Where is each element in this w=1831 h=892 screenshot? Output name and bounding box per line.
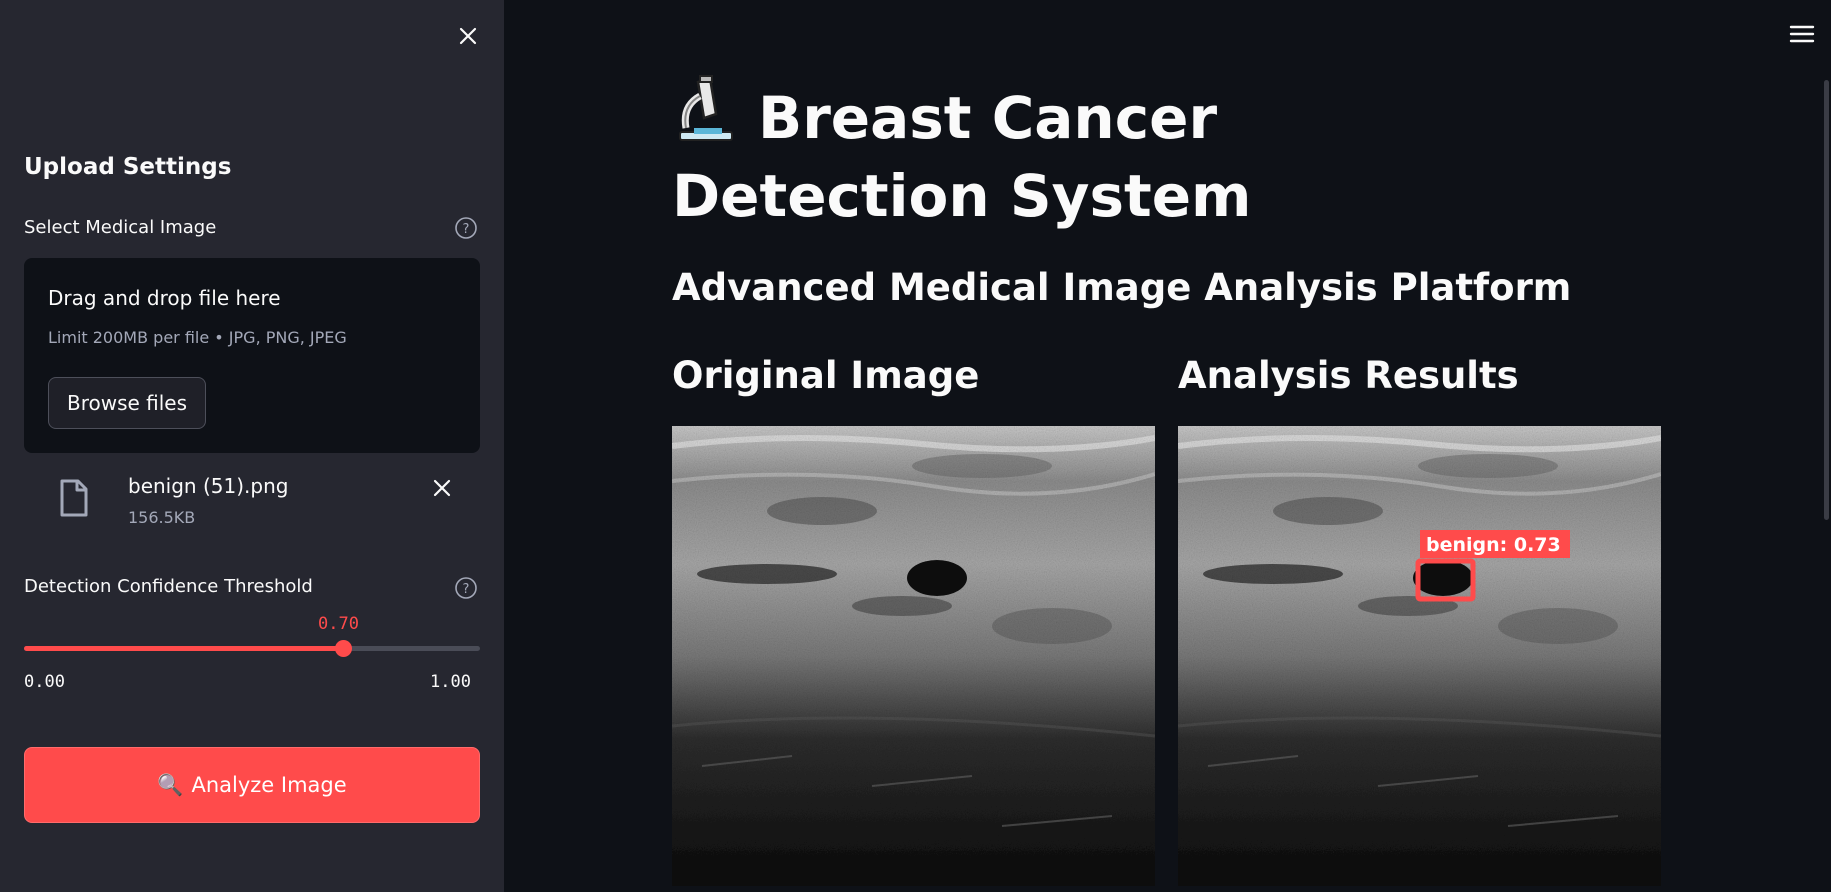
slider-thumb[interactable] bbox=[335, 640, 353, 657]
original-image bbox=[672, 426, 1155, 886]
upload-label: Select Medical Image bbox=[24, 217, 217, 238]
scrollbar[interactable] bbox=[1824, 80, 1829, 520]
close-icon bbox=[459, 27, 477, 45]
file-name: benign (51).png bbox=[128, 474, 289, 498]
slider-max: 1.00 bbox=[430, 672, 471, 692]
analyze-image-button[interactable]: 🔍 Analyze Image bbox=[24, 747, 480, 823]
page-subtitle: Advanced Medical Image Analysis Platform bbox=[672, 266, 1572, 309]
analysis-result-image: benign: 0.73 bbox=[1178, 426, 1661, 886]
dropzone-title: Drag and drop file here bbox=[48, 286, 281, 310]
original-image-heading: Original Image bbox=[672, 354, 980, 397]
svg-text:?: ? bbox=[463, 582, 470, 597]
file-size: 156.5KB bbox=[128, 508, 196, 527]
microscope-icon bbox=[679, 75, 733, 141]
analysis-results-heading: Analysis Results bbox=[1178, 354, 1519, 397]
close-icon bbox=[433, 479, 451, 497]
browse-files-button[interactable]: Browse files bbox=[48, 377, 206, 429]
uploaded-file: benign (51).png 156.5KB bbox=[24, 466, 480, 540]
help-icon[interactable]: ? bbox=[454, 216, 478, 240]
search-icon: 🔍 bbox=[157, 772, 184, 797]
help-icon[interactable]: ? bbox=[454, 576, 478, 600]
slider-value: 0.70 bbox=[318, 614, 359, 634]
confidence-slider[interactable] bbox=[24, 640, 480, 657]
svg-text:?: ? bbox=[463, 222, 470, 237]
dropzone-limit: Limit 200MB per file • JPG, PNG, JPEG bbox=[48, 328, 347, 347]
hamburger-menu-icon bbox=[1789, 25, 1815, 43]
detection-label: benign: 0.73 bbox=[1426, 534, 1561, 556]
sidebar-close-button[interactable] bbox=[452, 20, 484, 52]
file-icon bbox=[60, 479, 88, 517]
page-title: Breast Cancer Detection System bbox=[672, 74, 1532, 235]
file-dropzone[interactable]: Drag and drop file here Limit 200MB per … bbox=[24, 258, 480, 453]
analyze-label: Analyze Image bbox=[191, 773, 347, 797]
remove-file-button[interactable] bbox=[426, 472, 458, 504]
slider-min: 0.00 bbox=[24, 672, 65, 692]
sidebar-title: Upload Settings bbox=[24, 154, 232, 180]
page-title-text: Breast Cancer Detection System bbox=[672, 84, 1252, 230]
sidebar: Upload Settings Select Medical Image ? D… bbox=[0, 0, 504, 892]
threshold-label: Detection Confidence Threshold bbox=[24, 576, 313, 597]
main-menu-button[interactable] bbox=[1786, 20, 1818, 48]
slider-fill bbox=[24, 646, 344, 651]
